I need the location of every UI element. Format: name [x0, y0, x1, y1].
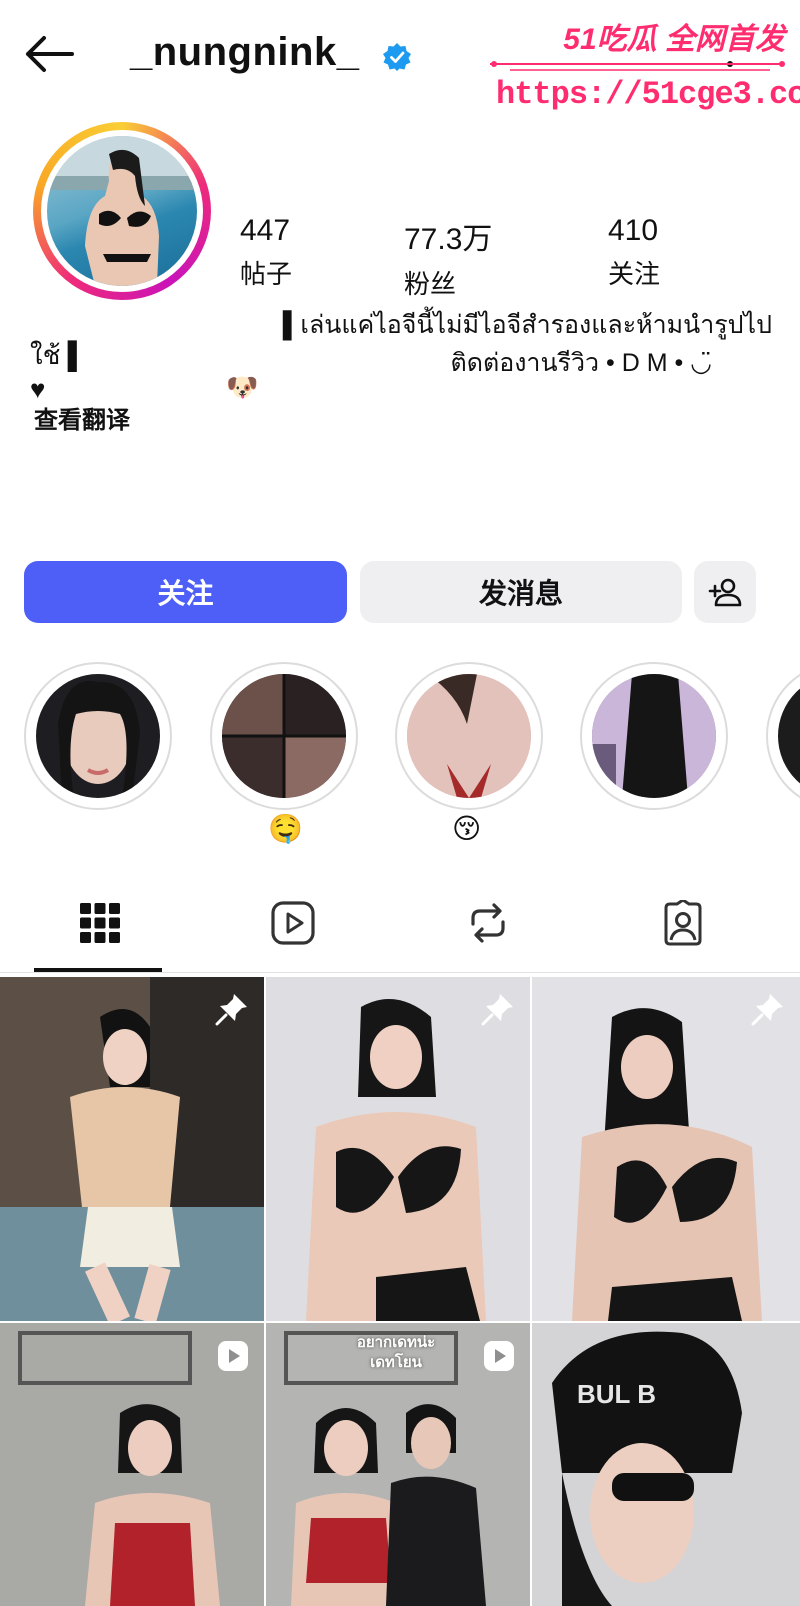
grid-post[interactable] — [0, 977, 264, 1321]
bio-text: ▌เล่นแค่ไอจีนี้ไม่มีไอจีสำรองและห้ามนำรู… — [232, 306, 772, 382]
grid-tab-icon[interactable] — [77, 900, 123, 946]
story-highlight[interactable] — [24, 662, 172, 810]
profile-avatar[interactable] — [33, 122, 211, 300]
add-person-icon — [708, 578, 742, 607]
posts-count: 447 — [240, 214, 291, 247]
post-image — [532, 977, 800, 1321]
see-translation-link[interactable]: 查看翻译 — [34, 400, 130, 435]
story-highlight-partial[interactable] — [766, 662, 800, 806]
reel-icon — [484, 1341, 514, 1371]
post-image: BUL B — [532, 1323, 800, 1606]
stat-posts[interactable]: 447 帖子 — [240, 214, 360, 291]
watermark: 51吃瓜 全网首发 https://51cge3.com — [490, 8, 800, 118]
grid-post[interactable] — [532, 977, 800, 1321]
following-count: 410 — [608, 214, 659, 247]
bio-line-1: ▌เล่นแค่ไอจีนี้ไม่มีไอจีสำรองและห้ามนำรู… — [282, 311, 772, 339]
post-image — [0, 977, 264, 1321]
tagged-tab-icon[interactable] — [660, 900, 706, 946]
reels-tab-icon[interactable] — [270, 900, 316, 946]
stat-following[interactable]: 410 关注 — [608, 214, 728, 291]
highlight-cover — [407, 674, 531, 798]
highlight-emoji: 😚 — [452, 813, 482, 844]
highlight-emoji: 🤤 — [268, 813, 303, 844]
posts-label: 帖子 — [240, 259, 293, 289]
followers-count: 77.3万 — [404, 223, 493, 256]
highlight-cover — [592, 674, 716, 798]
profile-username: _nungnink_ — [130, 30, 360, 74]
pinned-icon — [481, 994, 513, 1026]
follow-button[interactable]: 关注 — [24, 561, 347, 623]
highlight-cover — [36, 674, 160, 798]
suggested-users-button[interactable] — [694, 561, 756, 623]
bio-left: ใช้ ▌ ♥ — [30, 338, 86, 406]
message-button[interactable]: 发消息 — [360, 561, 682, 623]
dog-emoji: 🐶 — [226, 372, 259, 402]
grid-post[interactable]: BUL B — [532, 1323, 800, 1606]
watermark-title: 51吃瓜 全网首发 — [563, 23, 785, 56]
stat-followers[interactable]: 77.3万 粉丝 — [404, 214, 524, 301]
bio-left-line-1: ใช้ ▌ — [30, 340, 86, 370]
grid-post[interactable]: อยากเดทน่ะ เดทโยน — [266, 1323, 530, 1606]
post-image — [266, 977, 530, 1321]
highlight-cover — [222, 674, 346, 798]
post-caption: อยากเดทน่ะ เดทโยน — [356, 1334, 436, 1371]
pinned-icon — [215, 994, 247, 1026]
story-highlight[interactable] — [395, 662, 543, 810]
pinned-icon — [751, 994, 783, 1026]
followers-label: 粉丝 — [404, 269, 457, 299]
tab-divider — [0, 972, 800, 973]
verified-badge-icon — [383, 43, 411, 71]
story-highlight[interactable] — [210, 662, 358, 810]
watermark-decor — [490, 61, 785, 71]
grid-post[interactable] — [266, 977, 530, 1321]
grid-post[interactable] — [0, 1323, 264, 1606]
watermark-url: https://51cge3.com — [496, 76, 800, 113]
bio-line-2: ติดต่องานรีวิว • D M • ◡̈ — [450, 349, 713, 377]
avatar-photo — [47, 136, 197, 286]
svg-text:BUL B: BUL B — [577, 1379, 656, 1409]
following-label: 关注 — [608, 259, 661, 289]
reposts-tab-icon[interactable] — [465, 900, 511, 946]
story-highlight[interactable] — [580, 662, 728, 810]
back-arrow-icon[interactable] — [22, 34, 76, 74]
reel-icon — [218, 1341, 248, 1371]
